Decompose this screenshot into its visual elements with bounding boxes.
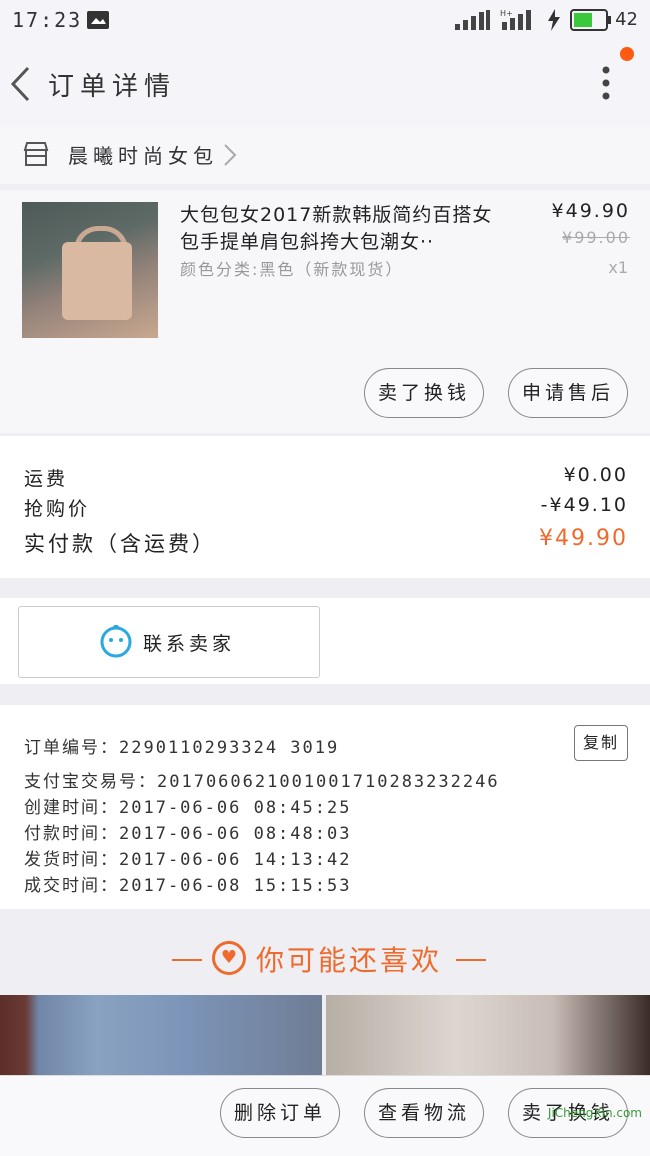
battery-icon — [570, 9, 612, 31]
chevron-right-icon — [222, 142, 238, 168]
product-spec: 颜色分类:黑色（新款现货） — [180, 260, 404, 279]
more-menu-icon[interactable] — [598, 64, 614, 104]
image-notification-icon — [86, 10, 110, 30]
contact-seller-label: 联系卖家 — [143, 633, 236, 655]
paid-time: 付款时间：2017-06-06 08:48:03 — [24, 824, 352, 844]
divider-right — [456, 959, 486, 961]
created-time: 创建时间：2017-06-06 08:45:25 — [24, 798, 352, 818]
heart-icon: ♥ — [212, 941, 246, 975]
shop-icon — [22, 140, 50, 168]
order-number: 订单编号：2290110293324 3019 — [24, 738, 340, 758]
recommend-title: 你可能还喜欢 — [256, 944, 443, 977]
contact-section: 联系卖家 — [0, 598, 650, 684]
shop-row[interactable]: 晨曦时尚女包 — [0, 126, 650, 184]
back-arrow-icon[interactable] — [8, 64, 32, 104]
recommend-gallery — [0, 995, 650, 1075]
hplus-signal-icon: H+ — [500, 8, 536, 30]
shop-name: 晨曦时尚女包 — [68, 144, 218, 168]
signal-icon — [455, 10, 491, 30]
status-bar: 17:23 H+ 42 — [0, 0, 650, 40]
alipay-trade-number: 支付宝交易号：2017060621001001710283232246 — [24, 772, 500, 792]
watermark: JiChengXin.com — [547, 1106, 642, 1120]
product-thumbnail[interactable] — [22, 202, 158, 338]
recommend-header: ♥ 你可能还喜欢 — [0, 913, 650, 995]
shipping-value: ¥0.00 — [563, 464, 628, 486]
fee-summary: 运费 ¥0.00 抢购价 -¥49.10 实付款（含运费） ¥49.90 — [0, 436, 650, 578]
completed-time: 成交时间：2017-06-08 15:15:53 — [24, 876, 352, 896]
recommend-item-sweater[interactable] — [326, 995, 650, 1075]
bag-shape — [62, 242, 132, 320]
bottom-action-bar: 删除订单 查看物流 卖了换钱 JiChengXin.com — [0, 1075, 650, 1156]
resell-button[interactable]: 卖了换钱 — [364, 368, 484, 418]
divider-left — [172, 959, 202, 961]
copy-button[interactable]: 复制 — [574, 725, 628, 761]
total-label: 实付款（含运费） — [24, 532, 216, 556]
discount-label: 抢购价 — [24, 498, 91, 520]
nav-bar: 订单详情 — [0, 40, 650, 126]
discount-value: -¥49.10 — [540, 494, 628, 516]
total-value: ¥49.90 — [539, 526, 628, 551]
after-sale-button[interactable]: 申请售后 — [508, 368, 628, 418]
shipping-label: 运费 — [24, 468, 69, 490]
product-price: ¥49.90 — [551, 200, 630, 222]
notification-dot — [620, 47, 634, 61]
contact-smile-icon — [99, 625, 133, 659]
battery-level: 42 — [615, 9, 638, 30]
recommend-item-jeans[interactable] — [0, 995, 322, 1075]
product-original-price: ¥99.00 — [562, 228, 630, 247]
delete-order-button[interactable]: 删除订单 — [220, 1088, 340, 1138]
contact-seller-button[interactable]: 联系卖家 — [18, 606, 320, 678]
shipped-time: 发货时间：2017-06-06 14:13:42 — [24, 850, 352, 870]
product-quantity: x1 — [608, 258, 628, 277]
view-logistics-button[interactable]: 查看物流 — [364, 1088, 484, 1138]
page-title: 订单详情 — [48, 72, 177, 102]
charging-icon — [547, 9, 561, 31]
svg-text:H+: H+ — [500, 9, 513, 18]
order-info: 订单编号：2290110293324 3019 复制 支付宝交易号：201706… — [0, 705, 650, 909]
product-card[interactable]: 大包包女2017新款韩版简约百搭女包手提单肩包斜挎大包潮女·· 颜色分类:黑色（… — [0, 190, 650, 433]
product-title: 大包包女2017新款韩版简约百搭女包手提单肩包斜挎大包潮女·· — [180, 204, 493, 253]
status-time: 17:23 — [12, 8, 83, 32]
